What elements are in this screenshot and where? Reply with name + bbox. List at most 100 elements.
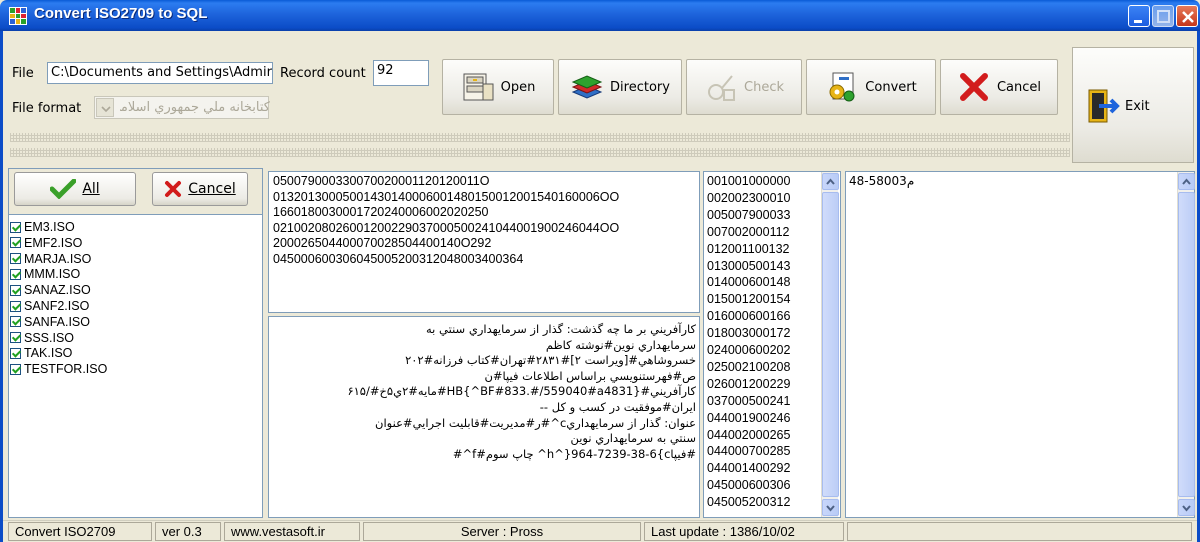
leader-line: 0132013000500143014000600148015001200154… [273,189,620,204]
field-value-box[interactable] [845,171,1195,518]
directory-entry[interactable]: 018003000172 [707,326,790,340]
directory-entry[interactable]: 045005200312 [707,495,790,509]
checkbox[interactable] [10,347,21,359]
open-cabinet-icon [463,73,494,101]
chevron-up-icon [826,178,835,185]
cancel-button[interactable]: Cancel [940,59,1058,115]
directory-entry[interactable]: 044001900246 [707,411,790,425]
file-format-label: File format [12,101,82,116]
file-name: EM3.ISO [24,220,75,234]
convert-button[interactable]: Convert [806,59,936,115]
scroll-thumb[interactable] [822,192,839,497]
directory-entry[interactable]: 044002000265 [707,428,790,442]
record-line: عنوان: گذار از سرمايهداريc^#ر#مديريت#قاب… [375,415,696,430]
directory-entry[interactable]: 007002000112 [707,225,790,239]
file-checkbox-item[interactable]: EM3.ISO [10,220,75,234]
file-name: SANFA.ISO [24,314,90,329]
check-tools-icon [708,75,735,101]
close-button[interactable] [1176,5,1198,27]
file-checkbox-item[interactable]: SANF2.ISO [10,299,89,313]
directory-entry[interactable]: 044001400292 [707,461,790,475]
file-name: EMF2.ISO [24,235,83,250]
checkbox[interactable] [10,221,21,233]
checkbox[interactable] [10,316,21,328]
directory-entry[interactable]: 037000500241 [707,394,790,408]
title-bar[interactable]: Convert ISO2709 to SQL [0,0,1200,31]
close-icon [1182,11,1194,23]
exit-button[interactable]: Exit [1072,47,1194,163]
leader-line: 0210020802600120022903700050024104400190… [273,220,620,235]
directory-button-label: Directory [610,79,670,95]
directory-entry[interactable]: 014000600148 [707,275,790,289]
status-app: Convert ISO2709 [8,522,152,541]
record-line: کارآفريني#{BF#833.#/559040#a4831^}HB#ماي… [347,384,696,399]
cancel-button-label: Cancel [996,79,1042,95]
file-name: MMM.ISO [24,267,81,282]
window-title: Convert ISO2709 to SQL [34,5,208,22]
file-checkbox-item[interactable]: EMF2.ISO [10,236,82,250]
scroll-thumb[interactable] [1178,192,1195,497]
directory-entry[interactable]: 002002300010 [707,191,790,205]
file-checkbox-item[interactable]: MMM.ISO [10,267,80,281]
file-name: TAK.ISO [24,346,73,361]
deselect-all-button[interactable]: Cancel [152,172,248,206]
directory-button[interactable]: Directory [558,59,682,115]
app-grid-icon [9,7,27,25]
file-path-input[interactable]: C:\Documents and Settings\Admir [47,62,273,84]
file-checkbox-item[interactable]: TESTFOR.ISO [10,362,107,376]
exit-door-icon [1088,89,1120,123]
record-count-input[interactable]: 92 [373,60,429,86]
directory-entry[interactable]: 016000600166 [707,309,790,323]
directory-entry[interactable]: 001001000000 [707,174,790,188]
record-line: ص#فهرستنويسي براساس اطلاعات فيپا#ن [484,368,696,383]
record-line: ايران#موفقيت در کسب و کل -- [539,400,696,414]
directory-scrollbar[interactable] [821,172,839,517]
maximize-button[interactable] [1152,5,1174,27]
checkbox[interactable] [10,237,21,249]
file-checkbox-item[interactable]: SSS.ISO [10,331,74,345]
directory-entry[interactable]: 026001200229 [707,377,790,391]
scroll-down-arrow[interactable] [822,499,839,516]
directory-entry[interactable]: 025002100208 [707,360,790,374]
directory-entry[interactable]: 012001100132 [707,242,790,256]
record-line: سنتي به سرمايهداري نوين [570,431,696,446]
select-all-button[interactable]: All [14,172,136,206]
scroll-down-arrow[interactable] [1178,499,1195,516]
file-checkbox-item[interactable]: SANFA.ISO [10,315,90,329]
checkmark-icon [50,179,77,199]
minimize-icon [1134,20,1142,23]
chevron-down-icon [1182,505,1191,512]
file-checkbox-item[interactable]: TAK.ISO [10,346,72,360]
directory-entry[interactable]: 013000500143 [707,259,790,273]
checkbox[interactable] [10,268,21,280]
books-icon [571,75,603,99]
file-format-dropdown-button[interactable] [96,98,114,117]
directory-entry[interactable]: 024000600202 [707,343,790,357]
open-button[interactable]: Open [442,59,554,115]
field-scrollbar[interactable] [1177,172,1195,517]
leader-line: 050079000330070020001120120011О [273,174,490,188]
minimize-button[interactable] [1128,5,1150,27]
file-format-value: کتابخانه ملي جمهوري اسلامي [120,100,270,115]
checkbox[interactable] [10,253,21,265]
check-button[interactable]: Check [686,59,802,115]
scroll-up-arrow[interactable] [822,173,839,190]
checkbox[interactable] [10,284,21,296]
chevron-down-icon [826,505,835,512]
chevron-up-icon [1182,178,1191,185]
file-label: File [12,66,34,81]
checkbox[interactable] [10,300,21,312]
window-frame-left [0,31,3,542]
red-x-icon [959,73,988,101]
file-checkbox-item[interactable]: MARJA.ISO [10,252,91,266]
directory-entry[interactable]: 045000600306 [707,478,790,492]
directory-entry[interactable]: 015001200154 [707,292,790,306]
leader-line: 1660180030001720240006002020250 [273,205,489,219]
file-checkbox-item[interactable]: SANAZ.ISO [10,283,91,297]
scroll-up-arrow[interactable] [1178,173,1195,190]
convert-button-label: Convert [865,79,917,95]
directory-entry[interactable]: 005007900033 [707,208,790,222]
checkbox[interactable] [10,332,21,344]
checkbox[interactable] [10,363,21,375]
directory-entry[interactable]: 044000700285 [707,444,790,458]
